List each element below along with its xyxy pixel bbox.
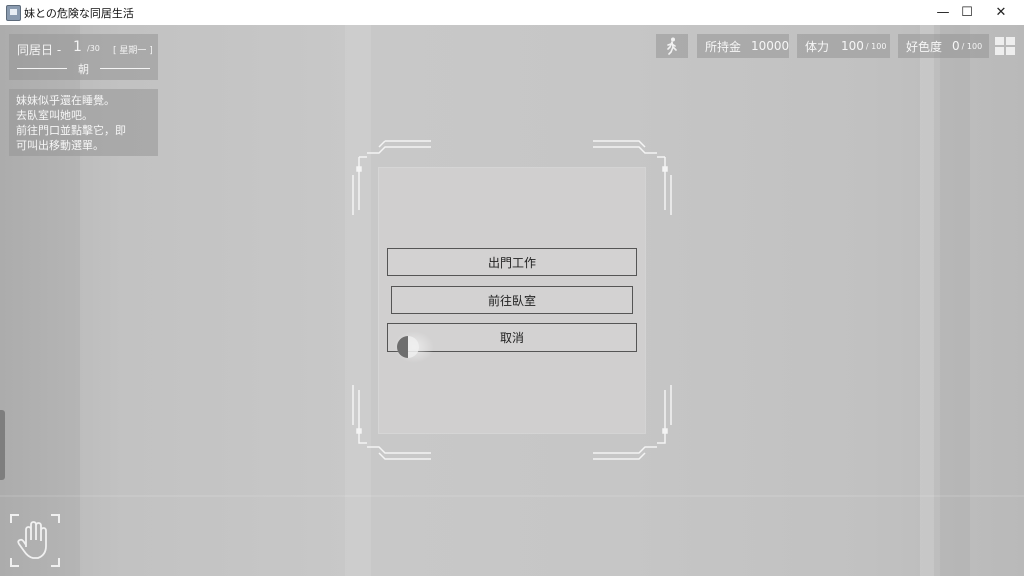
background-wall-right [940,25,970,576]
divider [100,68,150,69]
background-pillar [920,25,934,576]
date-panel: 同居日 - 1 /30 [ 星期一 ] 朝 [9,34,158,80]
grid-cell [1006,47,1015,55]
day-label: 同居日 - [17,43,62,57]
side-handle[interactable] [0,410,5,480]
window-titlebar: 妹との危険な同居生活 — ☐ ✕ [0,0,1024,26]
money-value: 10000 [751,39,790,53]
hint-line: 去臥室叫她吧。 [16,109,93,122]
hint-line: 前往門口並點擊它，即 [16,124,126,137]
money-label: 所持金 [705,39,742,54]
go-to-work-button[interactable]: 出門工作 [387,248,637,276]
window-title: 妹との危険な同居生活 [24,7,134,20]
day-number: 1 [73,39,82,55]
affection-label: 好色度 [906,39,943,54]
hint-line: 可叫出移動選單。 [16,139,104,152]
stamina-max: / 100 [865,41,887,51]
cursor-orb-icon [394,331,434,363]
weekday-label: [ 星期一 ] [113,46,153,56]
background-floor-line [0,495,1024,497]
money-stat: 所持金 10000 [697,34,789,58]
app-icon [6,5,21,21]
grid-cell [1006,37,1015,45]
day-total: /30 [87,44,100,53]
stamina-label: 体力 [805,39,830,54]
time-of-day-row: 朝 [17,61,150,76]
hint-line: 妹妹似乎還在睡覺。 [16,94,115,107]
affection-value: 0 [952,39,960,53]
grid-cell [995,37,1004,45]
walk-button[interactable] [656,34,688,58]
grid-cell [995,47,1004,55]
affection-max: / 100 [961,41,983,51]
hint-message-panel: 妹妹似乎還在睡覺。 去臥室叫她吧。 前往門口並點擊它，即 可叫出移動選單。 [9,89,158,156]
hand-interact-button[interactable] [9,513,61,568]
close-button[interactable]: ✕ [978,0,1024,25]
time-of-day: 朝 [78,63,89,76]
stamina-value: 100 [841,39,864,53]
grid-menu-icon[interactable] [995,37,1017,57]
hand-icon [10,514,60,567]
walk-icon [667,37,677,55]
stamina-stat: 体力 100 / 100 [797,34,890,58]
go-to-bedroom-button[interactable]: 前往臥室 [391,286,633,314]
affection-stat: 好色度 0 / 100 [898,34,989,58]
